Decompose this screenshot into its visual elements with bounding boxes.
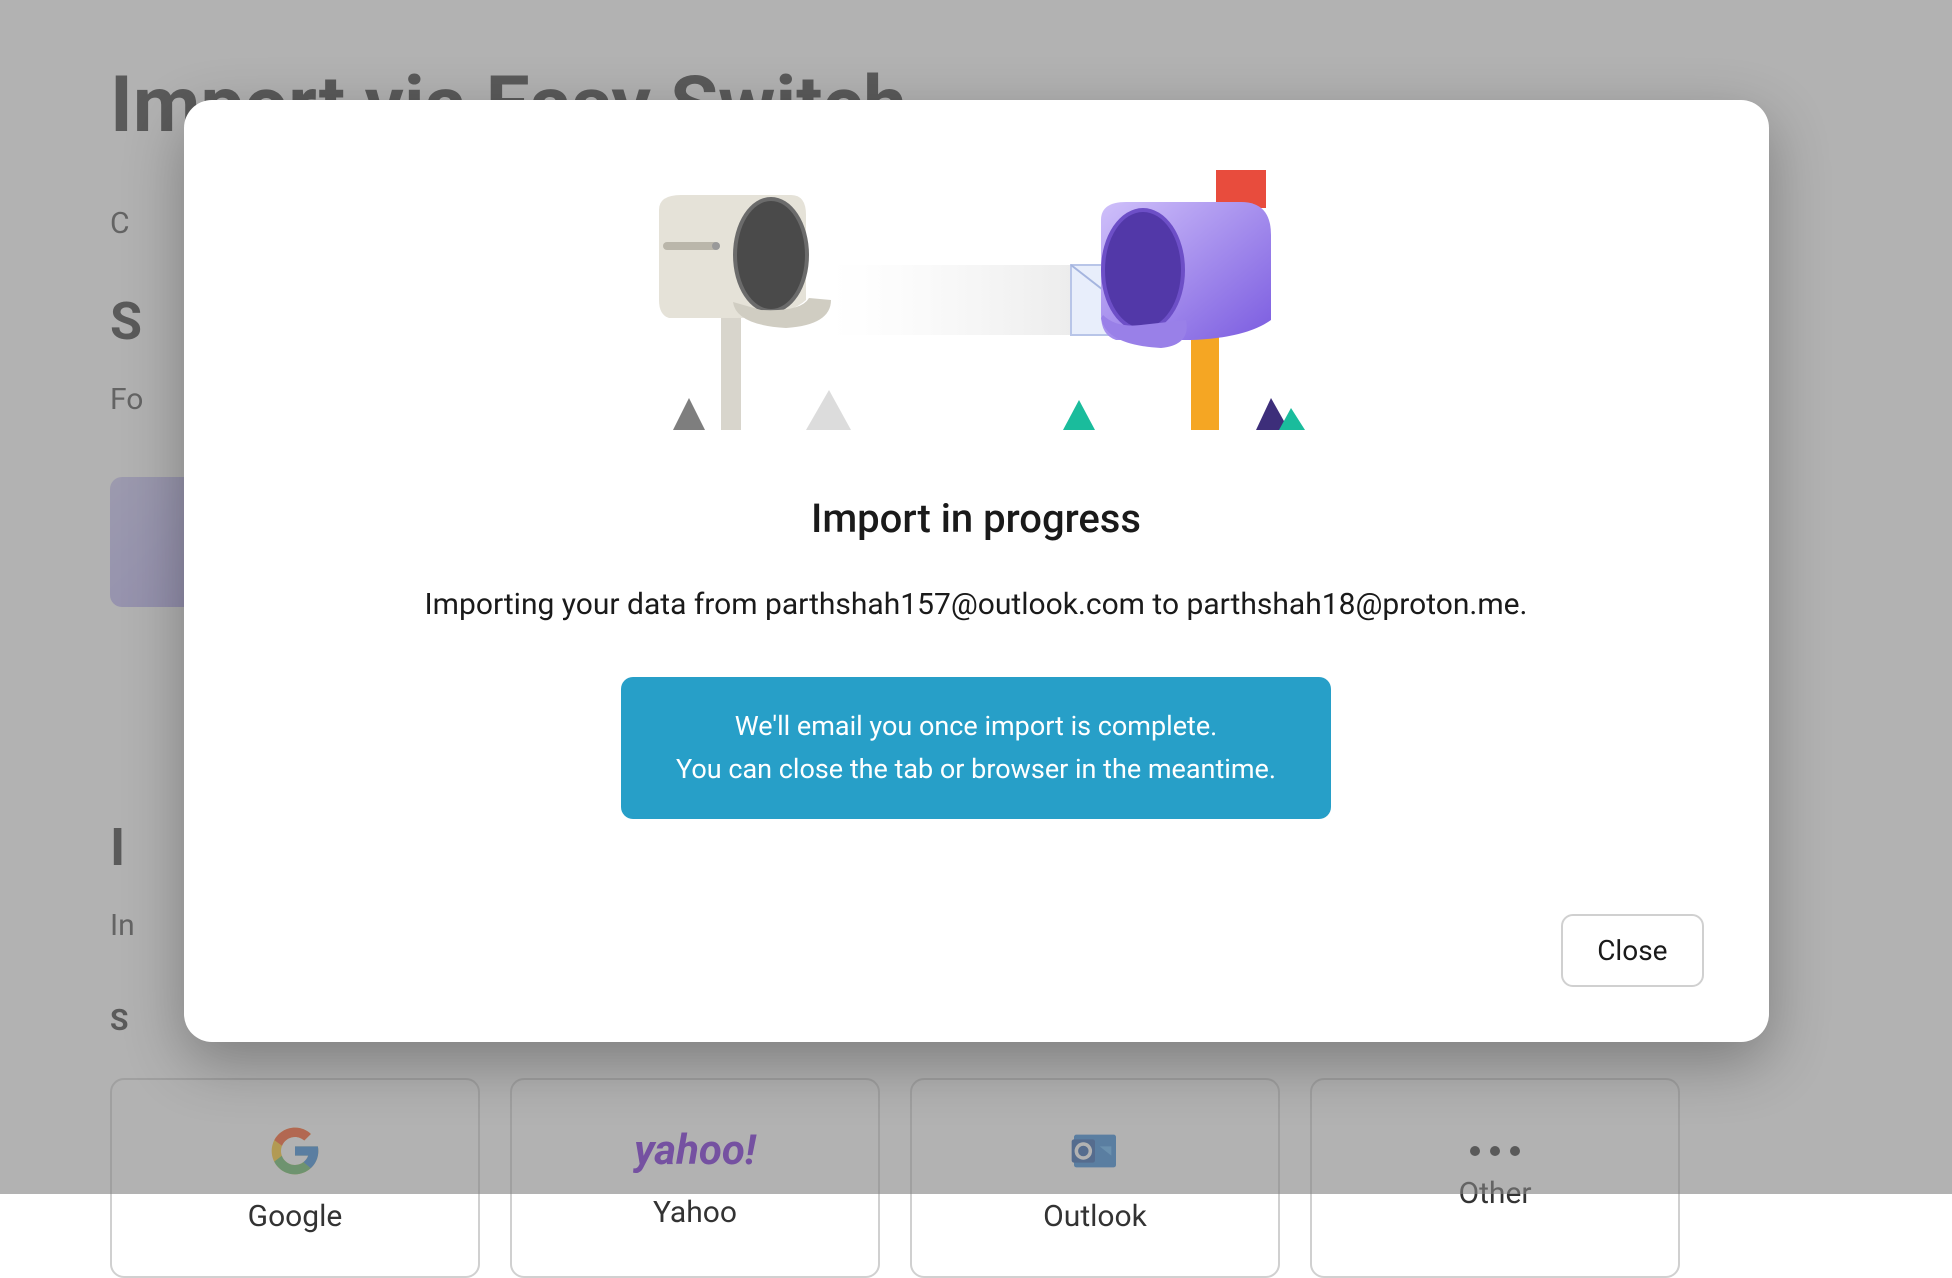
modal-title: Import in progress bbox=[249, 495, 1704, 542]
modal-subtitle: Importing your data from parthshah157@ou… bbox=[249, 587, 1704, 622]
modal-footer: Close bbox=[249, 914, 1704, 987]
info-line-1: We'll email you once import is complete. bbox=[659, 705, 1293, 748]
close-button[interactable]: Close bbox=[1561, 914, 1703, 987]
import-progress-modal: Import in progress Importing your data f… bbox=[184, 100, 1769, 1042]
info-line-2: You can close the tab or browser in the … bbox=[659, 748, 1293, 791]
modal-overlay: Import in progress Importing your data f… bbox=[0, 0, 1952, 1194]
service-label: Outlook bbox=[1043, 1199, 1147, 1234]
info-box: We'll email you once import is complete.… bbox=[621, 677, 1331, 819]
mailbox-illustration bbox=[249, 160, 1704, 430]
service-label: Yahoo bbox=[653, 1195, 737, 1230]
service-label: Google bbox=[248, 1199, 343, 1234]
